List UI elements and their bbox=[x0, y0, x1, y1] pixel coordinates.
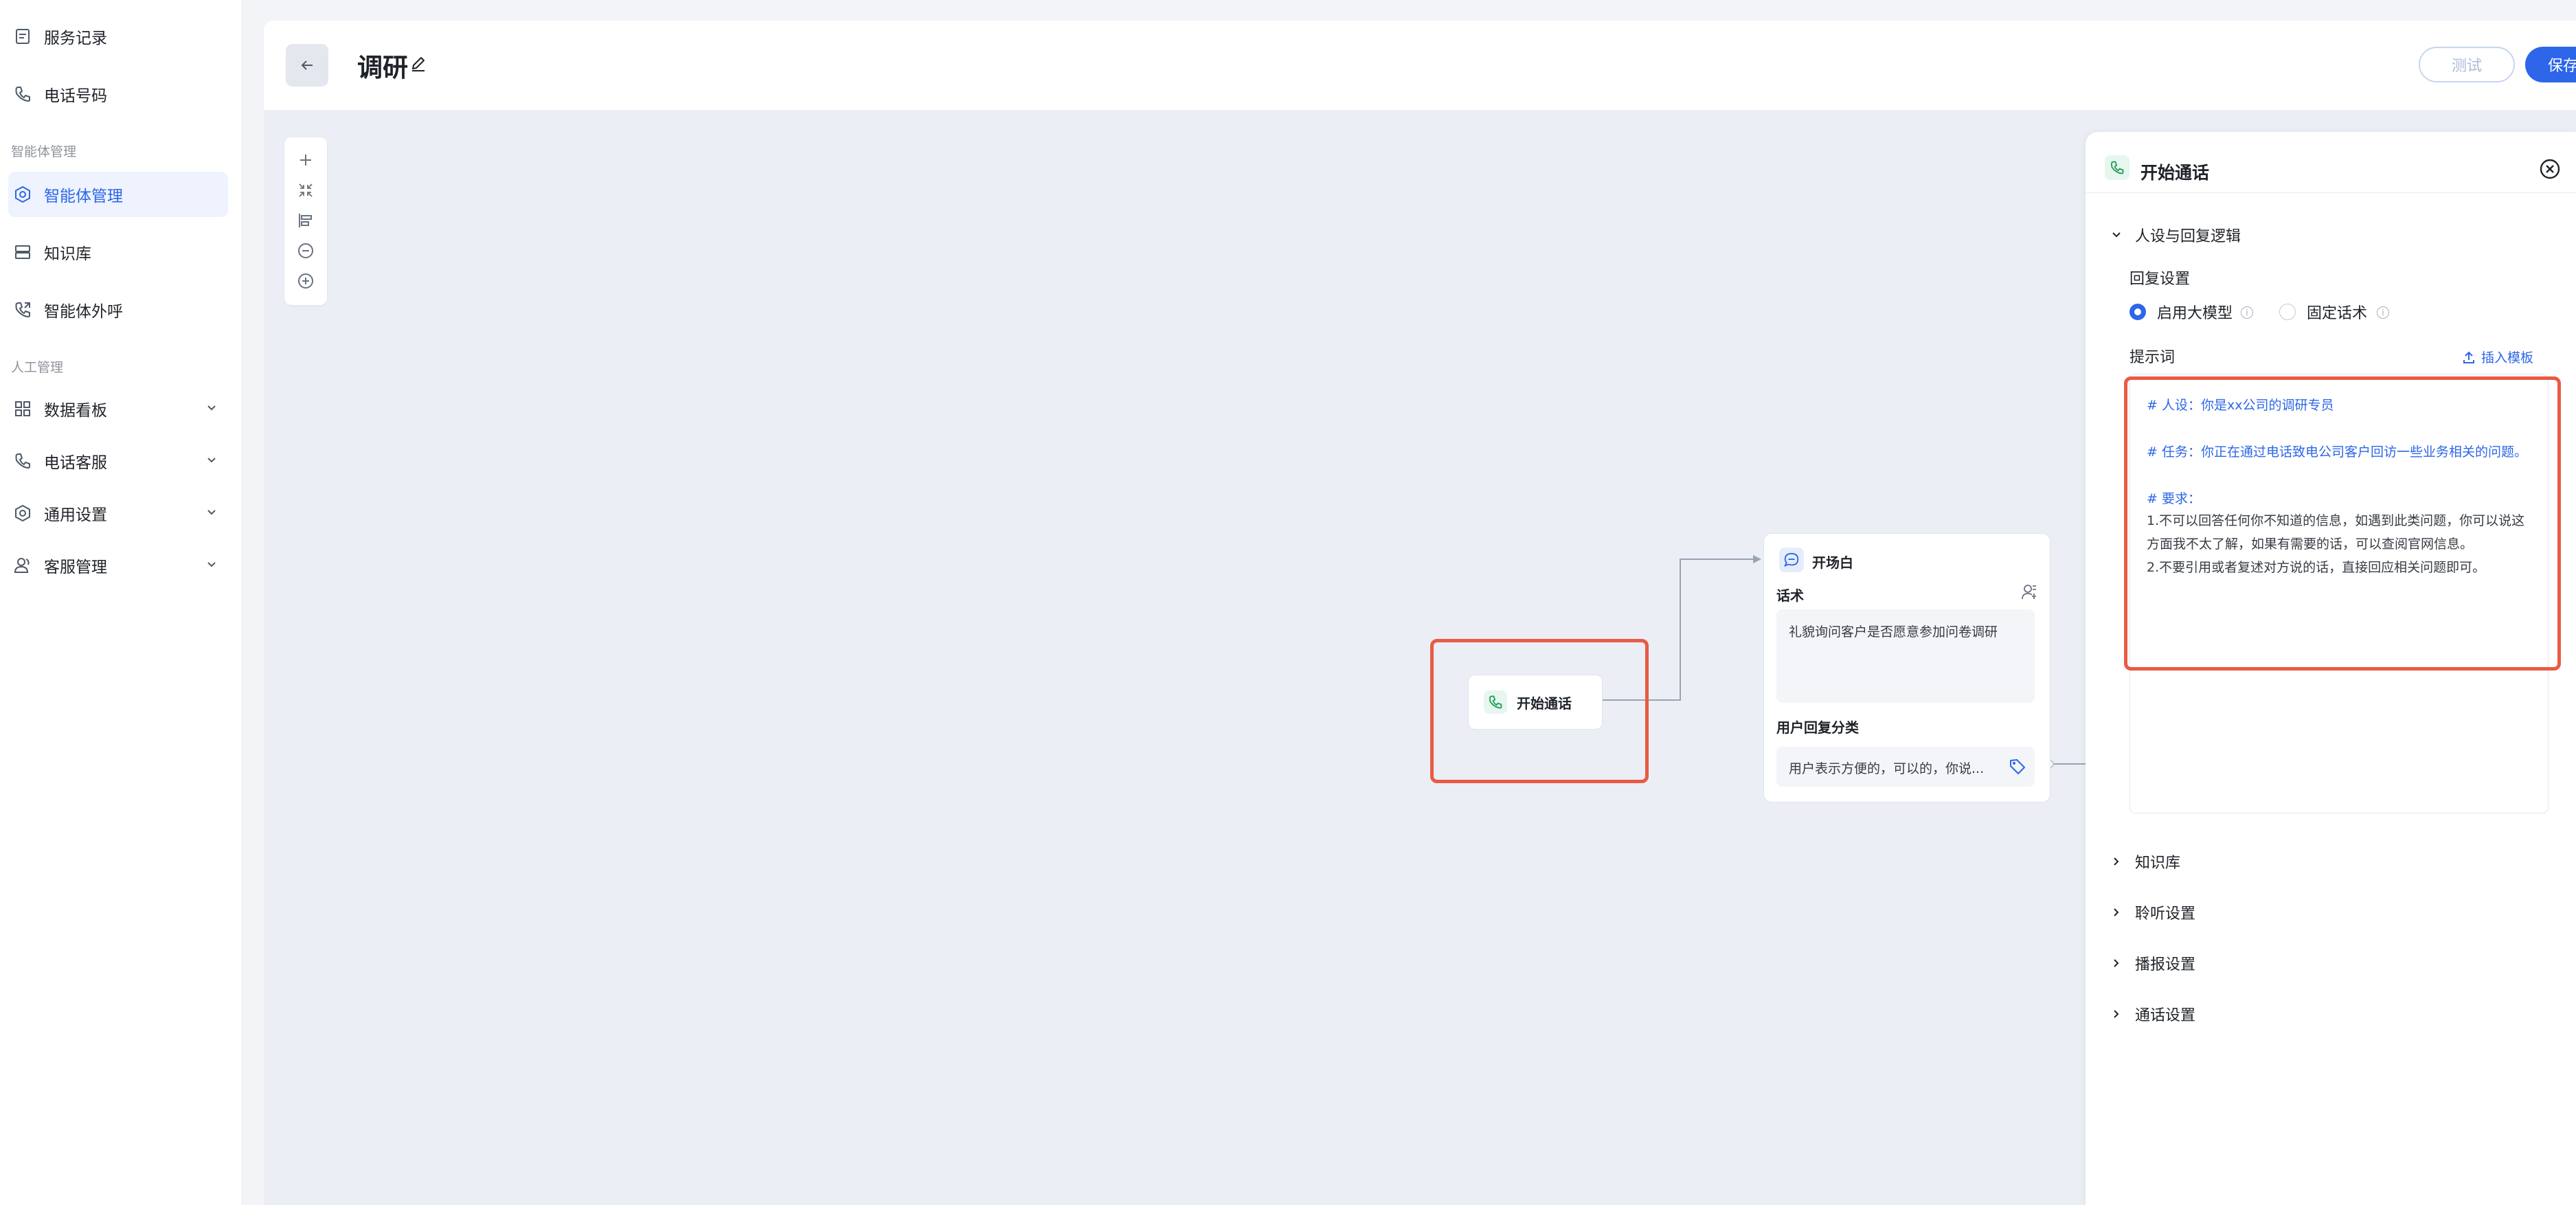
save-button[interactable]: 保存 bbox=[2525, 47, 2576, 82]
sidebar-item-phone-service[interactable]: 电话客服 bbox=[8, 438, 228, 484]
divider bbox=[2086, 192, 2576, 193]
section-title-manual: 人工管理 bbox=[11, 360, 64, 375]
close-icon[interactable] bbox=[2539, 158, 2561, 180]
phone-icon bbox=[2105, 155, 2129, 180]
test-button[interactable]: 测试 bbox=[2419, 47, 2515, 82]
sidebar-item-agent-staff[interactable]: 客服管理 bbox=[8, 543, 228, 588]
sidebar-item-phone-numbers[interactable]: 电话号码 bbox=[8, 71, 228, 117]
page-title: 调研 bbox=[357, 53, 408, 82]
sidebar-item-agent-management[interactable]: 智能体管理 bbox=[8, 172, 228, 217]
sidebar-item-dashboard[interactable]: 数据看板 bbox=[8, 386, 228, 431]
chevron-right-icon bbox=[2114, 1010, 2119, 1018]
user-settings-icon[interactable] bbox=[2021, 583, 2039, 601]
radio-llm[interactable] bbox=[2129, 304, 2146, 320]
section-broadcast-settings[interactable]: 播报设置 bbox=[2110, 952, 2195, 974]
prompt-label: 提示词 bbox=[2129, 349, 2176, 366]
section-label: 播报设置 bbox=[2135, 956, 2196, 973]
upload-icon bbox=[2463, 351, 2474, 363]
insert-template-button[interactable]: 插入模板 bbox=[2462, 348, 2533, 366]
sidebar-item-knowledge-base[interactable]: 知识库 bbox=[8, 229, 228, 275]
grid-icon bbox=[12, 398, 33, 419]
section-persona-reply[interactable]: 人设与回复逻辑 bbox=[2110, 224, 2241, 246]
insert-template-label: 插入模板 bbox=[2481, 350, 2534, 365]
highlight-box-start-node bbox=[1430, 639, 1649, 783]
node-settings-panel: 开始通话 人设与回复逻辑 回复设置 启用大模型 i 固定话术 i 提示词 插入模… bbox=[2086, 132, 2576, 1205]
chevron-down-icon bbox=[207, 562, 216, 567]
section-label: 知识库 bbox=[2135, 855, 2181, 872]
phone-icon bbox=[12, 84, 33, 104]
sidebar-item-label: 客服管理 bbox=[44, 559, 107, 576]
sidebar-item-label: 知识库 bbox=[44, 245, 91, 263]
hexagon-gear-icon bbox=[12, 184, 33, 205]
section-call-settings[interactable]: 通话设置 bbox=[2110, 1003, 2195, 1025]
outgoing-call-icon bbox=[12, 300, 33, 320]
highlight-box-prompt bbox=[2124, 376, 2561, 671]
panel-title: 开始通话 bbox=[2140, 163, 2210, 183]
chevron-down-icon bbox=[2112, 232, 2121, 238]
back-button[interactable] bbox=[286, 44, 328, 87]
database-icon bbox=[12, 242, 33, 262]
radio-fixed-label: 固定话术 bbox=[2307, 305, 2368, 322]
sidebar-item-agent-outbound[interactable]: 智能体外呼 bbox=[8, 287, 228, 333]
section-listen-settings[interactable]: 聆听设置 bbox=[2110, 901, 2195, 923]
section-title-agent: 智能体管理 bbox=[11, 144, 77, 159]
gear-icon bbox=[12, 503, 33, 523]
opening-remark-node[interactable]: 开场白 话术 礼貌询问客户是否愿意参加问卷调研 用户回复分类 用户表示方便的，可… bbox=[1763, 533, 2050, 802]
info-icon[interactable]: i bbox=[2241, 306, 2253, 319]
header-bar: 调研 测试 保存 bbox=[264, 21, 2576, 110]
sidebar-item-label: 通用设置 bbox=[44, 506, 107, 524]
script-label: 话术 bbox=[1776, 587, 1804, 604]
chevron-down-icon bbox=[207, 405, 216, 411]
section-label: 通话设置 bbox=[2135, 1007, 2196, 1024]
document-icon bbox=[12, 26, 33, 47]
chevron-right-icon bbox=[2114, 959, 2119, 967]
sidebar-item-label: 智能体管理 bbox=[44, 188, 123, 205]
reply-category-item[interactable]: 用户表示方便的，可以的，你说... bbox=[1776, 747, 2035, 787]
phone-icon bbox=[12, 451, 33, 471]
sidebar: 服务记录 电话号码 智能体管理 智能体管理 知识库 智能体外呼 人工管理 数据看… bbox=[0, 0, 242, 1205]
info-icon[interactable]: i bbox=[2377, 306, 2389, 319]
sidebar-item-service-records[interactable]: 服务记录 bbox=[8, 14, 228, 59]
sidebar-item-label: 数据看板 bbox=[44, 402, 107, 420]
sidebar-item-label: 智能体外呼 bbox=[44, 303, 123, 321]
reply-category-label: 用户回复分类 bbox=[1776, 719, 1859, 736]
users-icon bbox=[12, 555, 33, 576]
section-label: 聆听设置 bbox=[2135, 905, 2196, 923]
pencil-edit-icon[interactable] bbox=[409, 55, 427, 73]
arrow-left-icon bbox=[301, 60, 313, 70]
tag-icon bbox=[2010, 759, 2025, 774]
reply-setting-label: 回复设置 bbox=[2129, 271, 2191, 288]
chevron-down-icon bbox=[207, 510, 216, 515]
section-knowledge-base[interactable]: 知识库 bbox=[2110, 851, 2180, 872]
sidebar-item-general-settings[interactable]: 通用设置 bbox=[8, 491, 228, 536]
radio-fixed-script[interactable] bbox=[2279, 304, 2296, 320]
chevron-right-icon bbox=[2114, 908, 2119, 916]
section-label: 人设与回复逻辑 bbox=[2135, 228, 2241, 245]
chevron-right-icon bbox=[2114, 857, 2119, 866]
script-text-box[interactable]: 礼貌询问客户是否愿意参加问卷调研 bbox=[1776, 609, 2035, 703]
radio-llm-label: 启用大模型 bbox=[2157, 305, 2233, 322]
reply-category-text: 用户表示方便的，可以的，你说... bbox=[1789, 761, 1985, 776]
script-text: 礼貌询问客户是否愿意参加问卷调研 bbox=[1789, 624, 1998, 640]
chat-bubble-icon bbox=[1779, 548, 1804, 572]
sidebar-item-label: 服务记录 bbox=[44, 30, 107, 47]
sidebar-item-label: 电话客服 bbox=[44, 454, 107, 472]
node-title: 开场白 bbox=[1812, 554, 1853, 571]
sidebar-item-label: 电话号码 bbox=[44, 87, 107, 105]
chevron-down-icon bbox=[207, 458, 216, 463]
